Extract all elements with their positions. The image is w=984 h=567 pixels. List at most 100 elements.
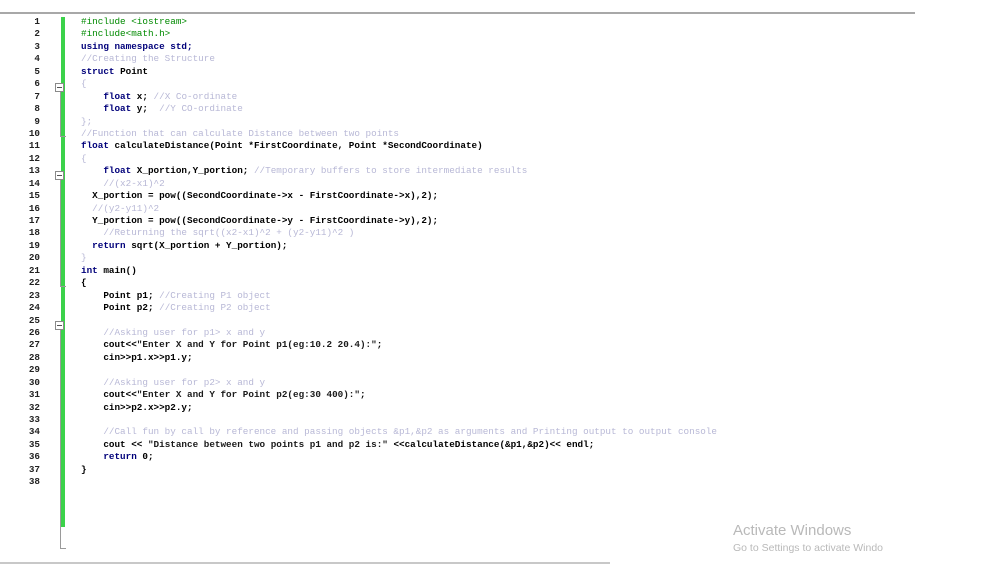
- code-text[interactable]: X_portion = pow((SecondCoordinate->x - F…: [81, 190, 438, 202]
- code-text[interactable]: cin>>p2.x>>p2.y;: [81, 401, 193, 414]
- code-line[interactable]: 37}: [0, 464, 915, 476]
- code-text[interactable]: cout<<"Enter X and Y for Point p2(eg:30 …: [81, 389, 365, 401]
- code-line[interactable]: 3 using namespace std;: [0, 41, 915, 53]
- code-token: cin>>p2.x>>p2.y;: [81, 401, 193, 413]
- code-token: {: [81, 277, 87, 289]
- code-text[interactable]: struct Point: [81, 66, 148, 78]
- line-number: 22: [28, 277, 40, 289]
- code-line[interactable]: 35 cout << "Distance between two points …: [0, 439, 915, 451]
- code-text[interactable]: cout<<"Enter X and Y for Point p1(eg:10.…: [81, 339, 382, 351]
- code-line[interactable]: 21 int main(): [0, 265, 915, 277]
- code-line[interactable]: 27 cout<<"Enter X and Y for Point p1(eg:…: [0, 339, 915, 351]
- code-line[interactable]: 30 //Asking user for p2> x and y: [0, 377, 915, 389]
- code-line[interactable]: 12 {: [0, 153, 915, 165]
- code-line[interactable]: 8 float y; //Y CO-ordinate: [0, 103, 915, 115]
- code-line[interactable]: 26 //Asking user for p1> x and y: [0, 327, 915, 339]
- code-line[interactable]: 2 #include<math.h>: [0, 28, 915, 40]
- line-number: 34: [28, 426, 40, 438]
- code-line[interactable]: 22 {: [0, 277, 915, 289]
- code-line[interactable]: 29: [0, 364, 915, 376]
- code-line[interactable]: 25: [0, 315, 915, 327]
- code-lines: 1 #include <iostream> 2 #include<math.h> 3 us…: [0, 16, 915, 489]
- code-text[interactable]: float x; //X Co-ordinate: [81, 91, 237, 103]
- code-text[interactable]: {: [81, 153, 87, 165]
- code-text[interactable]: #include <iostream>: [81, 16, 187, 28]
- code-token: cout <<: [81, 438, 148, 450]
- code-text[interactable]: };: [81, 116, 92, 128]
- watermark-subtitle: Go to Settings to activate Windo: [733, 542, 883, 554]
- code-text[interactable]: return 0;: [81, 451, 153, 463]
- code-comment: {: [81, 78, 87, 90]
- code-line[interactable]: 36 return 0;: [0, 451, 915, 463]
- code-line[interactable]: 1 #include <iostream>: [0, 16, 915, 28]
- code-keyword: int: [81, 264, 104, 276]
- code-line[interactable]: 32 cin>>p2.x>>p2.y;: [0, 402, 915, 414]
- line-number: 7: [34, 90, 40, 102]
- code-text[interactable]: float y; //Y CO-ordinate: [81, 103, 243, 115]
- code-text[interactable]: }: [81, 464, 87, 476]
- code-text[interactable]: //Returning the sqrt((x2-x1)^2 + (y2-y11…: [81, 227, 354, 239]
- code-text[interactable]: using namespace std;: [81, 41, 193, 53]
- code-token: x;: [136, 90, 154, 102]
- code-line[interactable]: 15 X_portion = pow((SecondCoordinate->x …: [0, 190, 915, 202]
- code-line[interactable]: 5 struct Point: [0, 66, 915, 78]
- code-line[interactable]: 33: [0, 414, 915, 426]
- code-text[interactable]: Y_portion = pow((SecondCoordinate->y - F…: [81, 215, 438, 227]
- code-line[interactable]: 9};: [0, 116, 915, 128]
- line-number: 23: [28, 289, 40, 301]
- code-token: "Distance between two points p1 and p2 i…: [147, 438, 388, 450]
- code-line[interactable]: 24 Point p2; //Creating P2 object: [0, 302, 915, 314]
- code-comment: //Asking user for p1> x and y: [81, 326, 266, 338]
- code-line[interactable]: 20}: [0, 252, 915, 264]
- line-number: 31: [28, 389, 40, 401]
- code-line[interactable]: 4 //Creating the Structure: [0, 53, 915, 65]
- code-keyword: float: [81, 103, 137, 115]
- code-text[interactable]: }: [81, 252, 87, 264]
- code-text[interactable]: //Call fun by call by reference and pass…: [81, 426, 717, 438]
- code-line[interactable]: 7 float x; //X Co-ordinate: [0, 91, 915, 103]
- line-number: 30: [28, 376, 40, 388]
- code-text[interactable]: int main(): [81, 265, 137, 277]
- code-line[interactable]: 19 return sqrt(X_portion + Y_portion);: [0, 240, 915, 252]
- code-text[interactable]: //(x2-x1)^2: [81, 178, 164, 190]
- code-text[interactable]: {: [81, 78, 87, 90]
- code-text[interactable]: float calculateDistance(Point *FirstCoor…: [81, 140, 483, 152]
- code-text[interactable]: #include<math.h>: [81, 28, 170, 40]
- code-line[interactable]: 6{: [0, 78, 915, 90]
- line-number: 9: [34, 115, 40, 127]
- code-line[interactable]: 14 //(x2-x1)^2: [0, 178, 915, 190]
- line-number: 13: [28, 165, 40, 177]
- code-text[interactable]: //Asking user for p1> x and y: [81, 327, 265, 339]
- code-keyword: struct: [81, 65, 121, 77]
- code-text[interactable]: //Creating the Structure: [81, 53, 215, 65]
- code-line[interactable]: 10 //Function that can calculate Distance…: [0, 128, 915, 140]
- code-token: }: [81, 463, 87, 475]
- code-line[interactable]: 11 float calculateDistance(Point *FirstCo…: [0, 140, 915, 152]
- line-number: 3: [34, 40, 40, 52]
- code-text[interactable]: cout << "Distance between two points p1 …: [81, 439, 594, 451]
- code-editor[interactable]: 1 #include <iostream> 2 #include<math.h> 3 us…: [0, 14, 915, 564]
- code-token: main(): [103, 264, 137, 276]
- code-text[interactable]: Point p2; //Creating P2 object: [81, 302, 270, 314]
- code-text[interactable]: cin>>p1.x>>p1.y;: [81, 352, 192, 364]
- code-line[interactable]: 28 cin>>p1.x>>p1.y;: [0, 352, 915, 364]
- code-line[interactable]: 38: [0, 476, 915, 488]
- code-text[interactable]: float X_portion,Y_portion; //Temporary b…: [81, 165, 527, 177]
- code-line[interactable]: 34 //Call fun by call by reference and p…: [0, 426, 915, 438]
- code-line[interactable]: 17 Y_portion = pow((SecondCoordinate->y …: [0, 215, 915, 227]
- code-comment: //X Co-ordinate: [153, 90, 238, 102]
- line-number: 38: [28, 476, 40, 488]
- code-token: #include <iostream>: [81, 16, 188, 27]
- code-text[interactable]: //Function that can calculate Distance b…: [81, 128, 399, 140]
- code-line[interactable]: 31 cout<<"Enter X and Y for Point p2(eg:…: [0, 389, 915, 401]
- code-line[interactable]: 16 //(y2-y11)^2: [0, 203, 915, 215]
- code-line[interactable]: 18 //Returning the sqrt((x2-x1)^2 + (y2-…: [0, 227, 915, 239]
- code-text[interactable]: //Asking user for p2> x and y: [81, 377, 265, 389]
- code-line[interactable]: 23 Point p1; //Creating P1 object: [0, 290, 915, 302]
- code-text[interactable]: return sqrt(X_portion + Y_portion);: [81, 240, 287, 252]
- code-line[interactable]: 13 float X_portion,Y_portion; //Temporar…: [0, 165, 915, 177]
- code-text[interactable]: //(y2-y11)^2: [81, 203, 159, 215]
- code-text[interactable]: {: [81, 277, 87, 289]
- code-token: calculateDistance(Point *FirstCoordinate…: [114, 140, 483, 152]
- code-text[interactable]: Point p1; //Creating P1 object: [81, 290, 270, 302]
